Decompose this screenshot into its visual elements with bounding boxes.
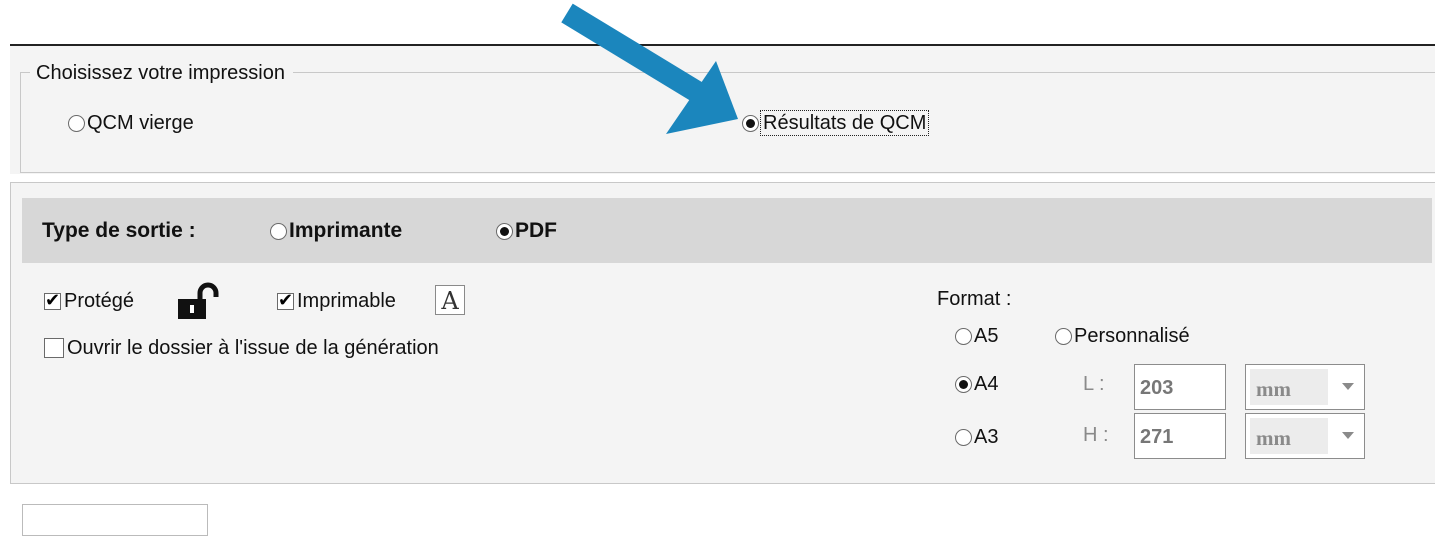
radio-printer-label: Imprimante bbox=[289, 219, 403, 242]
radio-format-a3-label: A3 bbox=[974, 426, 999, 448]
height-label: H : bbox=[1083, 424, 1109, 446]
checkbox-open-folder-label: Ouvrir le dossier à l'issue de la généra… bbox=[67, 337, 439, 359]
radio-printer[interactable]: Imprimante bbox=[270, 219, 402, 243]
height-unit-select[interactable]: mm bbox=[1245, 413, 1365, 459]
checkbox-open-folder[interactable]: Ouvrir le dossier à l'issue de la généra… bbox=[44, 336, 439, 360]
radio-blank-qcm[interactable]: QCM vierge bbox=[68, 111, 194, 135]
unlocked-padlock-icon[interactable] bbox=[176, 282, 220, 320]
radio-format-custom-label: Personnalisé bbox=[1074, 325, 1190, 347]
radio-blank-qcm-label: QCM vierge bbox=[87, 112, 194, 134]
checkbox-box-checked bbox=[44, 290, 61, 312]
radio-format-a4-label: A4 bbox=[974, 373, 999, 395]
radio-format-a3[interactable]: A3 bbox=[955, 425, 998, 449]
checkbox-box bbox=[44, 338, 64, 358]
print-choice-legend: Choisissez votre impression bbox=[30, 60, 293, 86]
output-type-bar bbox=[22, 198, 1432, 263]
radio-circle bbox=[955, 428, 972, 446]
radio-circle bbox=[270, 222, 287, 240]
radio-format-a5-label: A5 bbox=[974, 325, 999, 347]
radio-circle-checked bbox=[955, 375, 972, 393]
width-label: L : bbox=[1083, 373, 1105, 395]
width-unit-select[interactable]: mm bbox=[1245, 364, 1365, 410]
radio-format-a5[interactable]: A5 bbox=[955, 324, 998, 348]
text-a-icon[interactable]: A bbox=[435, 285, 465, 315]
radio-format-a4[interactable]: A4 bbox=[955, 372, 998, 396]
checkbox-box-checked bbox=[277, 290, 294, 312]
dropdown-arrow-icon bbox=[1342, 432, 1354, 439]
format-label: Format : bbox=[937, 288, 1012, 310]
radio-circle bbox=[955, 327, 972, 345]
checkbox-protected-label: Protégé bbox=[64, 290, 135, 312]
checkbox-printable[interactable]: Imprimable bbox=[277, 289, 396, 313]
bottom-button-partial[interactable] bbox=[22, 504, 208, 536]
radio-circle bbox=[68, 114, 85, 132]
radio-pdf-label: PDF bbox=[515, 219, 557, 242]
width-input[interactable]: 203 bbox=[1134, 364, 1226, 410]
checkbox-printable-label: Imprimable bbox=[297, 290, 396, 312]
output-type-label: Type de sortie : bbox=[42, 219, 196, 242]
width-unit-value: mm bbox=[1250, 369, 1328, 405]
height-input[interactable]: 271 bbox=[1134, 413, 1226, 459]
radio-circle bbox=[1055, 327, 1072, 345]
annotation-arrow-icon bbox=[561, 3, 738, 134]
radio-pdf[interactable]: PDF bbox=[496, 219, 557, 243]
dropdown-arrow-icon bbox=[1342, 383, 1354, 390]
checkbox-protected[interactable]: Protégé bbox=[44, 289, 134, 313]
radio-format-custom[interactable]: Personnalisé bbox=[1055, 324, 1190, 348]
radio-circle-checked bbox=[496, 222, 513, 240]
height-unit-value: mm bbox=[1250, 418, 1328, 454]
